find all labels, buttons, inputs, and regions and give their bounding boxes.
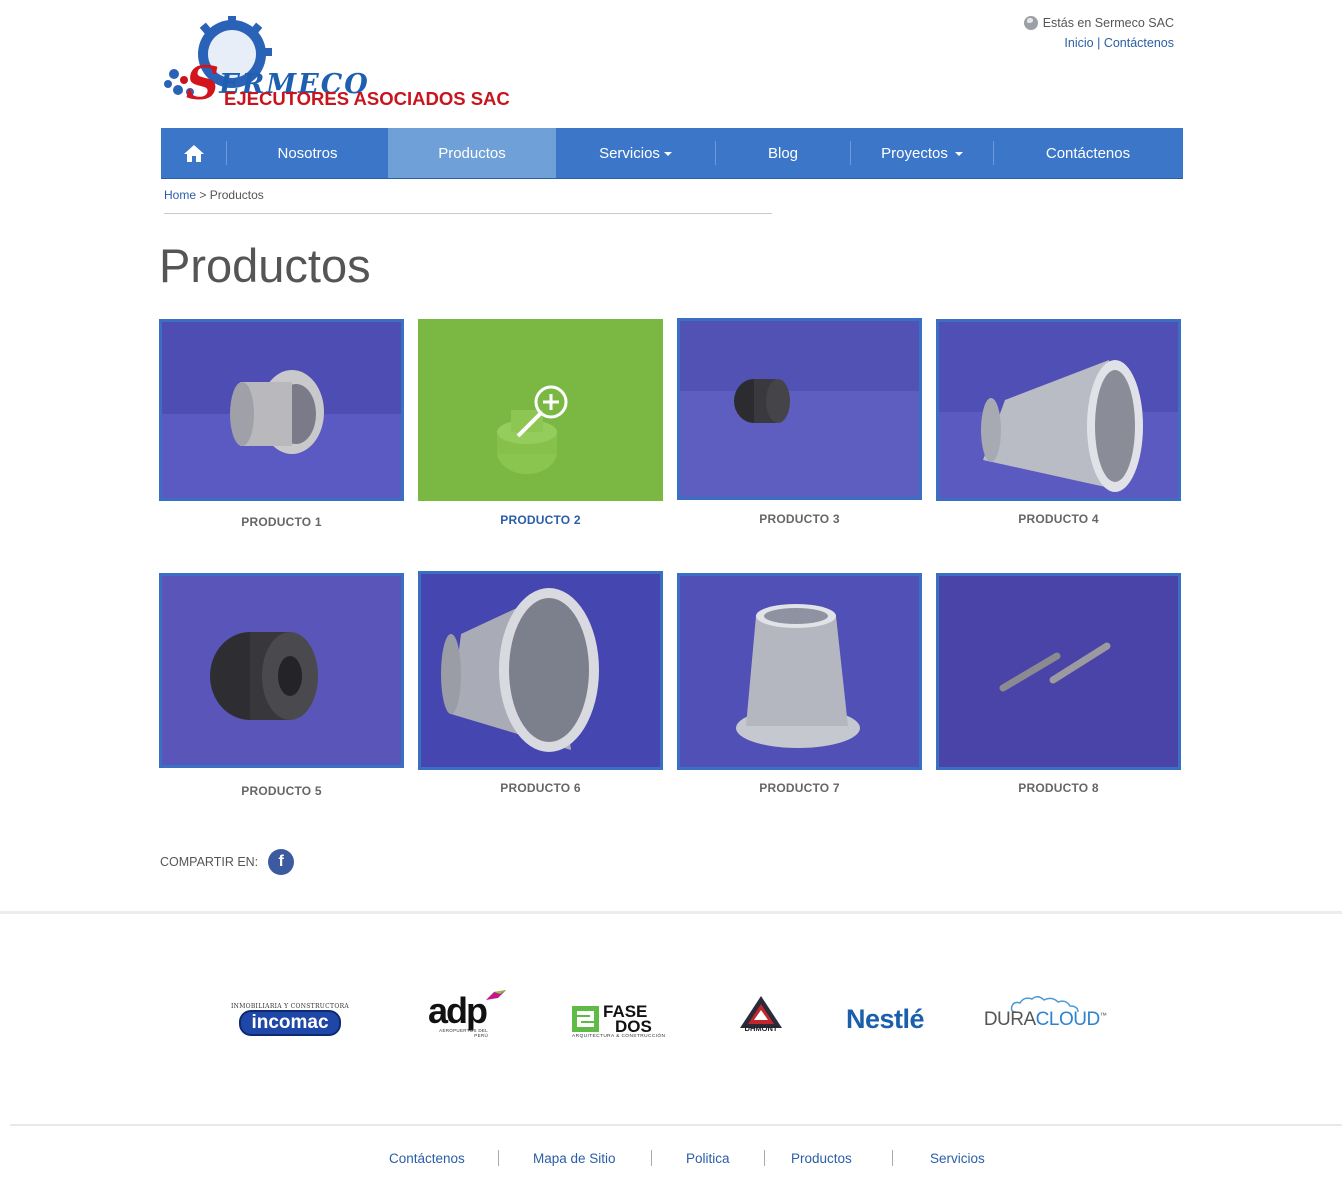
section-divider (0, 911, 1342, 914)
home-icon (183, 144, 204, 162)
product-label-8[interactable]: PRODUCTO 8 (936, 781, 1181, 795)
footer-link-servicios[interactable]: Servicios (930, 1151, 985, 1166)
footer-link-productos[interactable]: Productos (791, 1151, 852, 1166)
product-card-6[interactable]: PRODUCTO 6 (418, 571, 663, 795)
fasedos-mark-icon (572, 1006, 599, 1032)
nav-home[interactable] (161, 128, 226, 178)
share-bar: COMPARTIR EN: f (160, 849, 295, 875)
client-logo-adp: adp AEROPUERTOS DEL PERÚ (428, 990, 510, 1038)
facebook-icon[interactable]: f (268, 849, 295, 875)
footer-link-mapa-de-sitio[interactable]: Mapa de Sitio (533, 1151, 616, 1166)
nav-item-contactenos[interactable]: Contáctenos (994, 128, 1182, 178)
product-image-6[interactable] (418, 571, 663, 770)
top-link-contactenos[interactable]: Contáctenos (1104, 36, 1174, 50)
dropdown-caret-icon (954, 152, 963, 156)
nav-item-nosotros[interactable]: Nosotros (227, 128, 388, 178)
nav-item-productos[interactable]: Productos (388, 128, 556, 178)
location-text: Estás en Sermeco SAC (1042, 16, 1174, 30)
product-label-1[interactable]: PRODUCTO 1 (159, 515, 404, 529)
product-label-3[interactable]: PRODUCTO 3 (677, 512, 922, 526)
adp-bird-icon (486, 990, 507, 1000)
dropdown-caret-icon (663, 152, 672, 156)
footer-link-contactenos[interactable]: Contáctenos (389, 1151, 465, 1166)
product-card-3[interactable]: PRODUCTO 3 (677, 318, 922, 526)
product-card-2[interactable]: PRODUCTO 2 (418, 319, 663, 527)
client-logo-dhmont: DHMONT (737, 994, 785, 1033)
globe-icon (1023, 16, 1038, 30)
product-image-2[interactable] (418, 319, 663, 501)
share-label: COMPARTIR EN: (160, 855, 259, 869)
nav-item-proyectos[interactable]: Proyectos (851, 128, 993, 178)
footer-link-politica[interactable]: Politica (686, 1151, 730, 1166)
client-logo-nestle: Nestlé (845, 1004, 925, 1034)
top-right-info: Estás en Sermeco SAC Inicio | Contácteno… (1023, 16, 1174, 50)
top-link-inicio[interactable]: Inicio (1064, 36, 1093, 50)
site-logo[interactable]: SERMECO EJECUTORES ASOCIADOS SAC (160, 14, 510, 110)
brand-tagline: EJECUTORES ASOCIADOS SAC (224, 88, 510, 109)
footer-nav: Contáctenos Mapa de Sitio Politica Produ… (0, 1150, 1342, 1170)
product-label-2[interactable]: PRODUCTO 2 (418, 513, 663, 527)
product-image-7[interactable] (677, 573, 922, 770)
breadcrumb-divider (164, 213, 772, 214)
nav-item-servicios[interactable]: Servicios (556, 128, 715, 178)
product-card-7[interactable]: PRODUCTO 7 (677, 573, 922, 795)
main-nav: Nosotros Productos Servicios Blog Proyec… (161, 128, 1183, 179)
product-label-4[interactable]: PRODUCTO 4 (936, 512, 1181, 526)
product-image-8[interactable] (936, 573, 1181, 770)
product-card-8[interactable]: PRODUCTO 8 (936, 573, 1181, 795)
product-card-1[interactable]: PRODUCTO 1 (159, 319, 404, 529)
product-card-5[interactable]: PRODUCTO 5 (159, 573, 404, 798)
product-label-6[interactable]: PRODUCTO 6 (418, 781, 663, 795)
page-title: Productos (159, 239, 371, 292)
product-image-5[interactable] (159, 573, 404, 768)
product-label-5[interactable]: PRODUCTO 5 (159, 784, 404, 798)
client-logo-incomac: INMOBILIARIA Y CONSTRUCTORA incomac (230, 1003, 350, 1036)
product-image-3[interactable] (677, 318, 922, 500)
product-image-1[interactable] (159, 319, 404, 501)
product-label-7[interactable]: PRODUCTO 7 (677, 781, 922, 795)
client-logo-fasedos: FASE DOS ARQUITECTURA & CONSTRUCCIÓN (572, 1002, 666, 1039)
breadcrumb-current: Productos (209, 188, 264, 202)
breadcrumb: Home > Productos (164, 188, 264, 202)
product-card-4[interactable]: PRODUCTO 4 (936, 319, 1181, 526)
nav-item-blog[interactable]: Blog (716, 128, 850, 178)
product-image-4[interactable] (936, 319, 1181, 501)
client-logo-duracloud: DURACLOUD™ (984, 996, 1107, 1031)
breadcrumb-home[interactable]: Home (164, 188, 196, 202)
footer-divider (10, 1124, 1342, 1126)
